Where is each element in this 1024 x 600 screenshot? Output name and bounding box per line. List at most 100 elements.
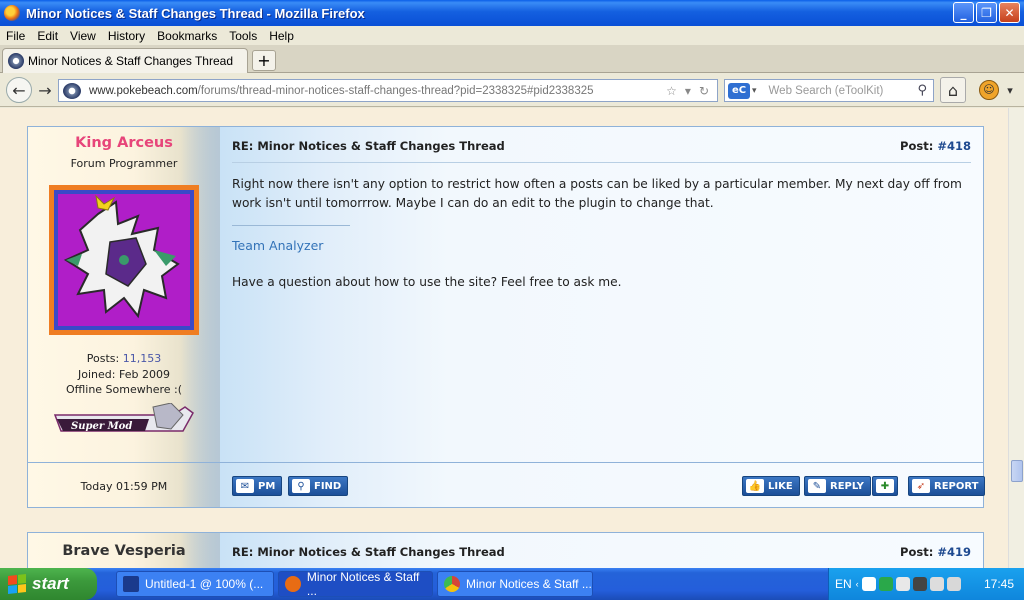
- report-label: REPORT: [934, 480, 979, 492]
- pencil-icon: ✎: [808, 479, 826, 493]
- multiquote-button[interactable]: ✚: [872, 476, 898, 496]
- post-username[interactable]: King Arceus: [28, 135, 220, 151]
- dropdown-icon[interactable]: ▾: [685, 84, 691, 98]
- start-button[interactable]: start: [0, 568, 97, 600]
- post-count[interactable]: 11,153: [123, 352, 162, 365]
- online-status: Offline Somewhere :(: [65, 383, 183, 396]
- tab-bar: Minor Notices & Staff Changes Thread +: [0, 45, 1024, 73]
- photoshop-icon: [123, 576, 139, 592]
- user-title: Forum Programmer: [70, 157, 178, 170]
- addon-button[interactable]: ☺: [976, 77, 1002, 103]
- search-bar[interactable]: eC ▾ Web Search (eToolKit) ⚲: [724, 79, 934, 102]
- search-icon[interactable]: ⚲: [917, 83, 927, 98]
- like-button[interactable]: 👍 LIKE: [742, 476, 800, 496]
- new-tab-button[interactable]: +: [252, 50, 276, 71]
- super-mod-badge: Super Mod: [53, 403, 194, 432]
- search-input[interactable]: Web Search (eToolKit): [769, 85, 918, 97]
- smiley-addon-icon: ☺: [979, 80, 999, 100]
- vertical-scrollbar[interactable]: [1008, 108, 1024, 568]
- scrollbar-thumb[interactable]: [1011, 460, 1023, 482]
- reload-icon[interactable]: ↻: [699, 84, 709, 98]
- restore-icon: ❐: [981, 5, 992, 20]
- posts-label: Posts:: [86, 352, 120, 365]
- usb-icon[interactable]: [929, 577, 944, 591]
- app-tray-icon[interactable]: [912, 577, 927, 591]
- chevron-down-icon: ▾: [1007, 83, 1013, 97]
- arceus-avatar-image: [63, 194, 180, 319]
- signature-link[interactable]: Team Analyzer: [232, 238, 323, 253]
- taskbar-item-firefox[interactable]: Minor Notices & Staff ...: [278, 570, 433, 598]
- tray-expand-icon[interactable]: ‹: [856, 579, 859, 589]
- reply-button[interactable]: ✎ REPLY: [804, 476, 871, 496]
- menu-help[interactable]: Help: [263, 29, 300, 43]
- plus-icon: +: [257, 51, 271, 70]
- tab-minor-notices[interactable]: Minor Notices & Staff Changes Thread: [2, 48, 248, 73]
- home-icon: ⌂: [947, 80, 959, 100]
- post-number-label: Post:: [900, 139, 934, 153]
- like-label: LIKE: [768, 480, 793, 492]
- tab-label: Minor Notices & Staff Changes Thread: [28, 54, 233, 68]
- menu-history[interactable]: History: [102, 29, 151, 43]
- post-number-link[interactable]: #418: [937, 139, 971, 153]
- addon-dropdown[interactable]: ▾: [1000, 77, 1020, 103]
- window-title: Minor Notices & Staff Changes Thread - M…: [26, 5, 365, 21]
- home-button[interactable]: ⌂: [940, 77, 966, 103]
- start-label: start: [32, 574, 69, 593]
- security-icon[interactable]: [878, 577, 893, 591]
- menu-edit[interactable]: Edit: [31, 29, 64, 43]
- navigation-toolbar: ← → www.pokebeach.com/forums/thread-mino…: [0, 73, 1024, 107]
- windows-logo-icon: [8, 574, 26, 594]
- volume-icon[interactable]: [895, 577, 910, 591]
- display-icon[interactable]: [946, 577, 961, 591]
- taskbar-item-photoshop[interactable]: Untitled-1 @ 100% (...: [116, 571, 274, 597]
- clock[interactable]: 17:45: [984, 577, 1014, 591]
- menu-view[interactable]: View: [64, 29, 102, 43]
- post-actions: ✉ PM ⚲ FIND 👍 LIKE ✎ REPLY ✚ ➶ REPORT: [220, 462, 986, 508]
- minimize-button[interactable]: _: [953, 2, 974, 23]
- maximize-button[interactable]: ❐: [976, 2, 997, 23]
- chrome-icon: [444, 576, 460, 592]
- network-icon[interactable]: [861, 577, 876, 591]
- badge-label: Super Mod: [71, 421, 132, 432]
- post-number: Post: #419: [900, 545, 971, 559]
- add-quote-icon: ✚: [876, 479, 894, 493]
- post-content-panel: RE: Minor Notices & Staff Changes Thread…: [220, 533, 983, 568]
- url-bar[interactable]: www.pokebeach.com/forums/thread-minor-no…: [58, 79, 718, 102]
- taskbar-item-label: Minor Notices & Staff ...: [466, 577, 592, 591]
- back-button[interactable]: ←: [6, 77, 32, 103]
- post-username[interactable]: Brave Vesperia: [28, 543, 220, 559]
- magnifier-icon: ⚲: [292, 479, 310, 493]
- user-stats: Posts: 11,153 Joined: Feb 2009 Offline S…: [28, 351, 220, 398]
- system-tray: EN ‹ 17:45: [828, 568, 1024, 600]
- avatar[interactable]: [49, 185, 199, 335]
- language-indicator[interactable]: EN: [835, 577, 852, 591]
- post-number-link[interactable]: #419: [937, 545, 971, 559]
- close-button[interactable]: ✕: [999, 2, 1020, 23]
- bookmark-star-icon[interactable]: ☆: [666, 84, 677, 98]
- pm-button[interactable]: ✉ PM: [232, 476, 283, 496]
- forward-button[interactable]: →: [32, 77, 58, 103]
- forum-post: King Arceus Forum Programmer Posts: 11,1…: [27, 126, 986, 508]
- site-identity-icon[interactable]: [63, 82, 81, 99]
- engine-dropdown-icon[interactable]: ▾: [752, 86, 757, 96]
- search-engine-icon[interactable]: eC: [728, 82, 750, 99]
- find-button[interactable]: ⚲ FIND: [288, 476, 349, 496]
- menu-bookmarks[interactable]: Bookmarks: [151, 29, 223, 43]
- minimize-icon: _: [960, 5, 967, 20]
- post-number-label: Post:: [900, 545, 934, 559]
- taskbar-item-chrome[interactable]: Minor Notices & Staff ...: [437, 571, 593, 597]
- post-time: Today 01:59 PM: [80, 480, 168, 493]
- menu-tools[interactable]: Tools: [223, 29, 263, 43]
- find-label: FIND: [314, 480, 342, 492]
- post-body: Right now there isn't any option to rest…: [232, 177, 962, 210]
- thumbs-up-icon: 👍: [746, 479, 764, 493]
- menu-file[interactable]: File: [0, 29, 31, 43]
- forward-arrow-icon: →: [38, 80, 52, 100]
- page-content[interactable]: King Arceus Forum Programmer Posts: 11,1…: [0, 108, 1008, 568]
- post-content-panel: RE: Minor Notices & Staff Changes Thread…: [220, 127, 986, 508]
- window-title-bar[interactable]: Minor Notices & Staff Changes Thread - M…: [0, 0, 1024, 26]
- firefox-icon: [285, 576, 301, 592]
- url-text: www.pokebeach.com/forums/thread-minor-no…: [89, 85, 666, 97]
- post-subject: RE: Minor Notices & Staff Changes Thread: [232, 545, 505, 559]
- report-button[interactable]: ➶ REPORT: [908, 476, 986, 496]
